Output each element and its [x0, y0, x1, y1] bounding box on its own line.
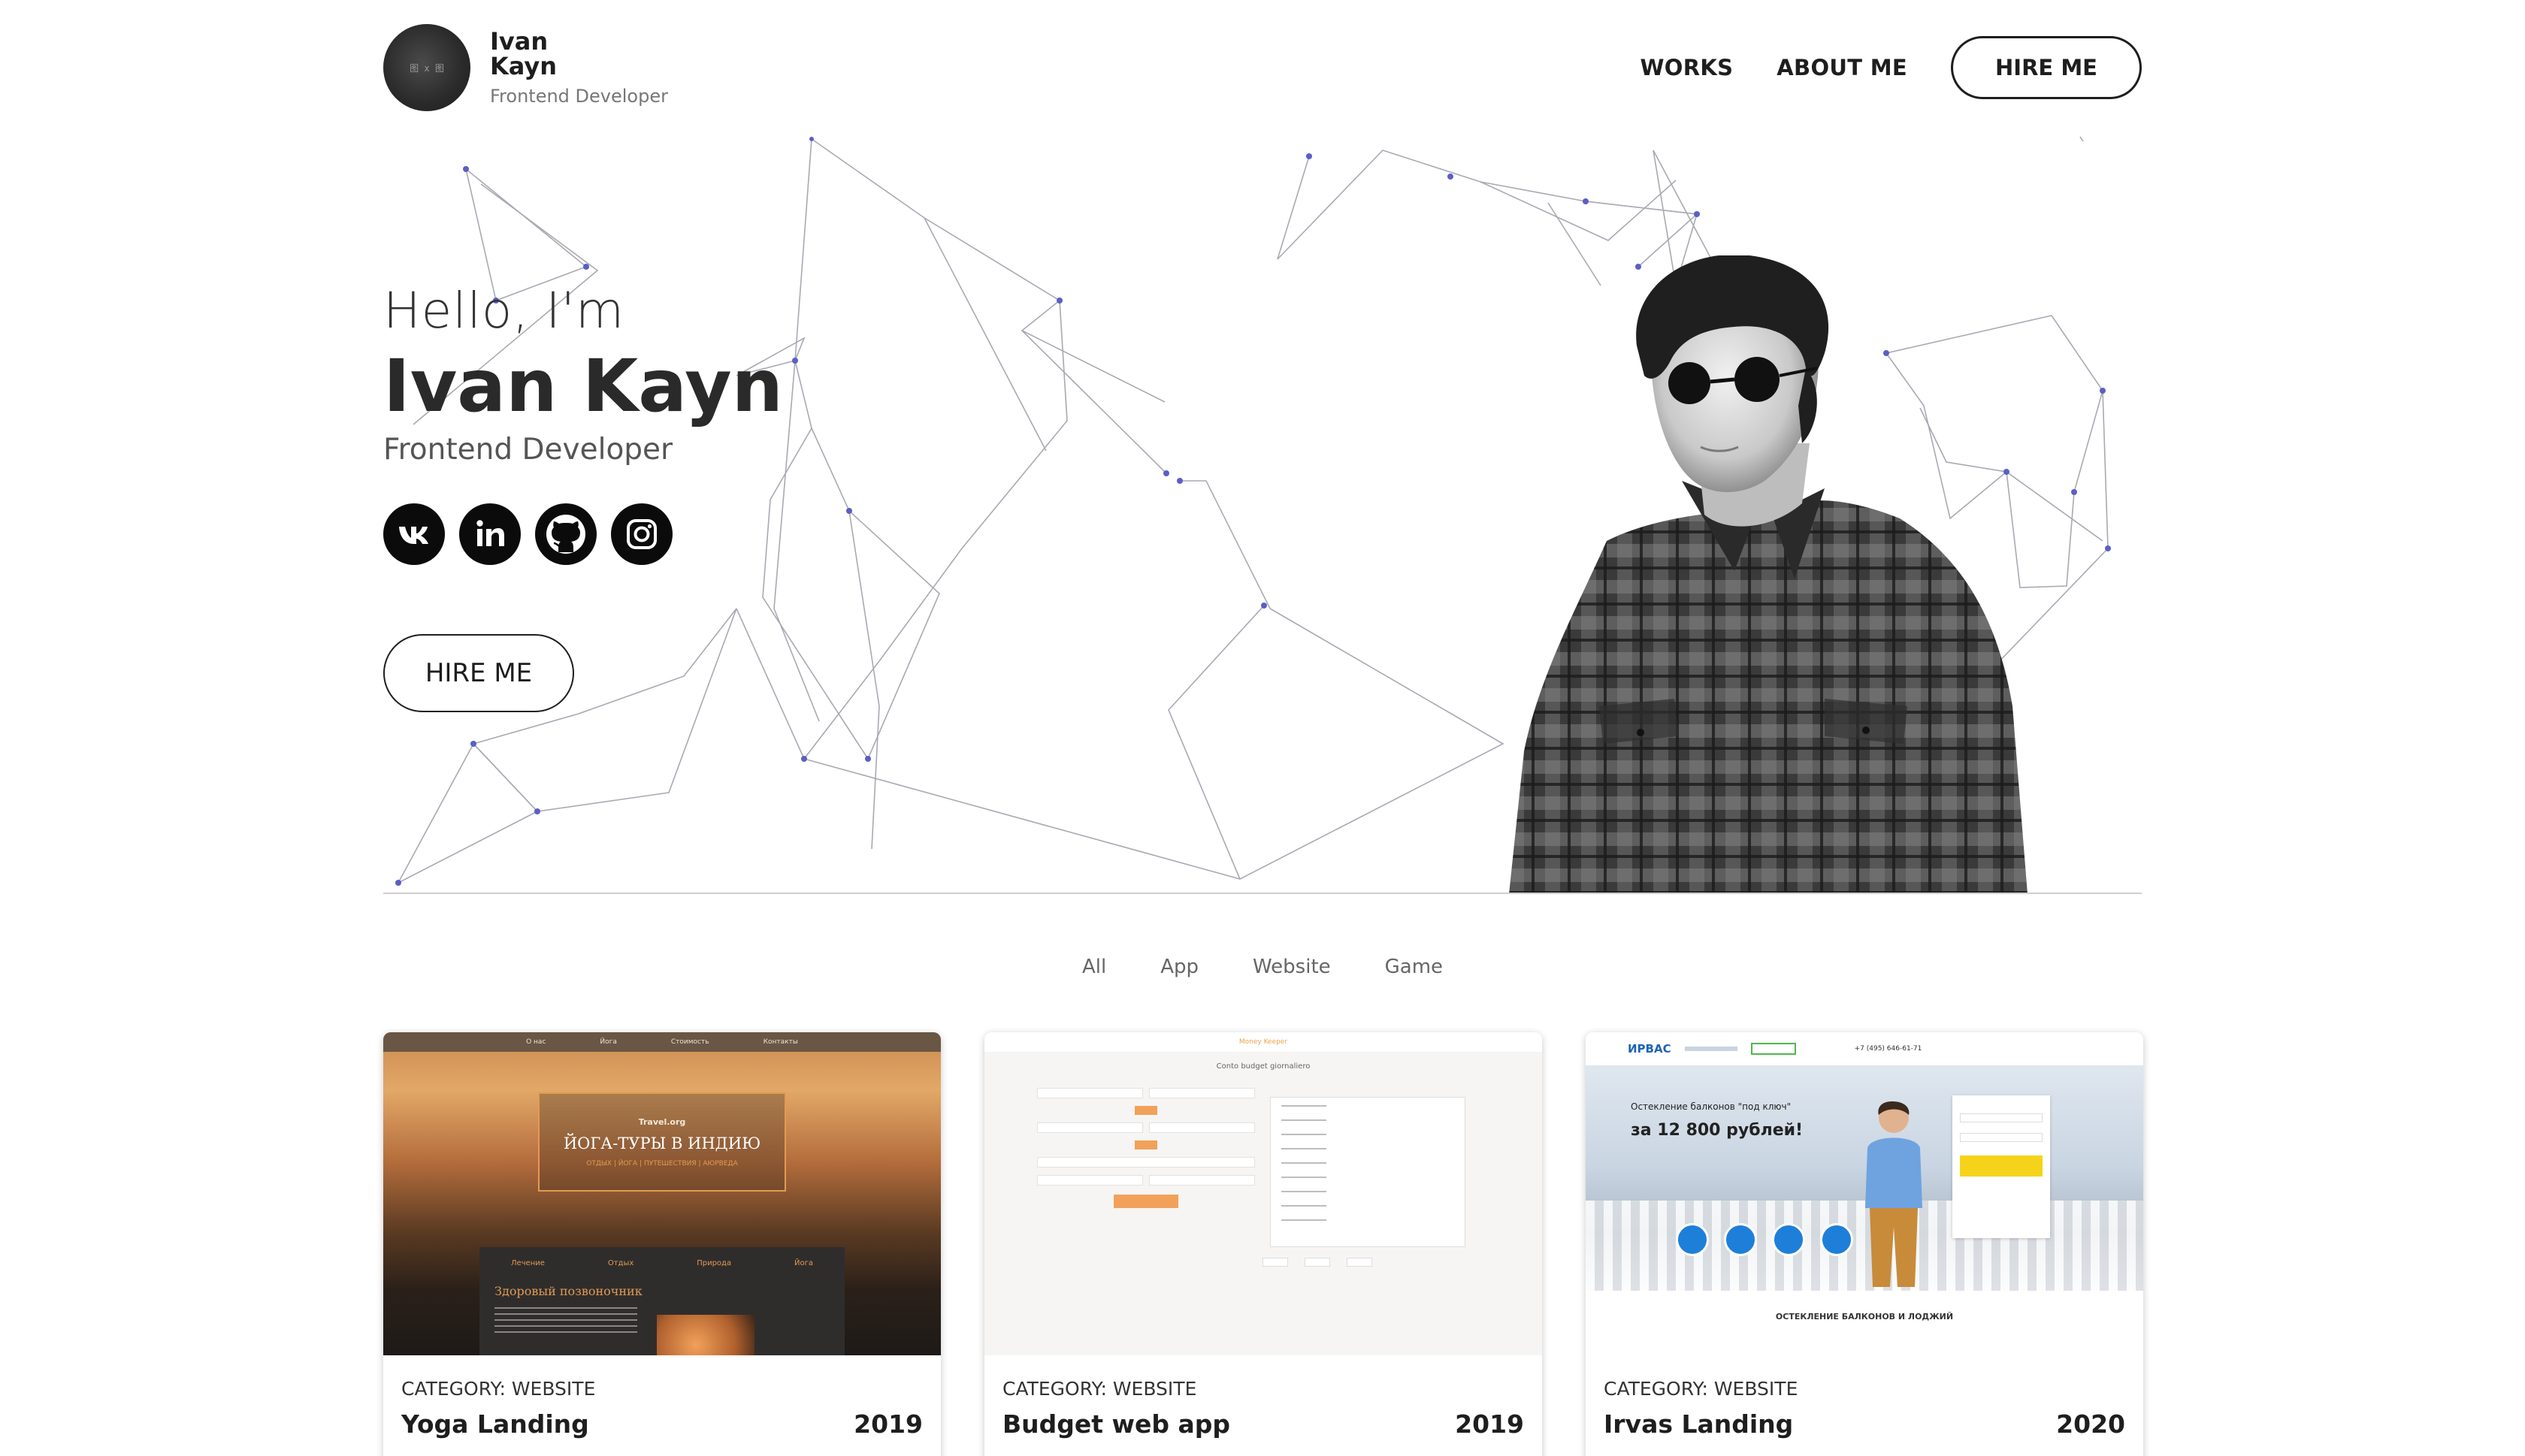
brand[interactable]: 图 x 图 Ivan Kayn Frontend Developer — [383, 23, 668, 113]
project-title[interactable]: Irvas Landing — [1604, 1409, 1793, 1439]
avatar-placeholder-text: 图 x 图 — [410, 62, 444, 74]
thumb-form — [1037, 1088, 1255, 1208]
thumb-caption: ОСТЕКЛЕНИЕ БАЛКОНОВ И ЛОДЖИЙ — [1775, 1312, 1954, 1322]
project-card-irvas[interactable]: ИРВАС +7 (495) 646-61-71 Остекление балк… — [1586, 1032, 2143, 1456]
thumb-phone: +7 (495) 646-61-71 — [1854, 1045, 1922, 1053]
filter-game[interactable]: Game — [1385, 956, 1443, 978]
hero-role: Frontend Developer — [383, 433, 673, 467]
linkedin-icon[interactable] — [459, 503, 521, 565]
thumb-tabs: Лечение Отдых Природа Йога — [479, 1247, 845, 1267]
project-thumbnail[interactable]: Money Keeper Conto budget giornaliero — [984, 1032, 1542, 1355]
thumb-line-2: за 12 800 рублей! — [1631, 1121, 1804, 1140]
project-year: 2019 — [854, 1409, 923, 1439]
project-card-yoga[interactable]: О нас Йога Стоимость Контакты Travel.org… — [383, 1032, 941, 1456]
project-card-budget[interactable]: Money Keeper Conto budget giornaliero CA… — [984, 1032, 1542, 1456]
filter-app[interactable]: App — [1160, 956, 1199, 978]
project-year: 2019 — [1455, 1409, 1524, 1439]
project-thumbnail[interactable]: ИРВАС +7 (495) 646-61-71 Остекление балк… — [1586, 1032, 2143, 1355]
project-title[interactable]: Yoga Landing — [401, 1409, 589, 1439]
brand-first-name: Ivan — [490, 26, 549, 56]
portrait-photo — [1509, 255, 2028, 893]
thumb-person — [1865, 1101, 1922, 1287]
thumb-nav-item: О нас — [526, 1038, 546, 1046]
thumb-brand: Money Keeper — [1238, 1038, 1288, 1046]
thumb-hero-box: Travel.org ЙОГА-ТУРЫ В ИНДИЮ ОТДЫХ | ЙОГ… — [538, 1092, 786, 1192]
project-category: CATEGORY: WEBSITE — [1002, 1378, 1197, 1400]
filter-website[interactable]: Website — [1253, 956, 1331, 978]
brand-role: Frontend Developer — [490, 86, 668, 107]
filter-all[interactable]: All — [1082, 956, 1106, 978]
thumb-form-box — [1952, 1095, 2050, 1238]
nav-about-link[interactable]: ABOUT ME — [1777, 55, 1907, 80]
brand-text: Ivan Kayn Frontend Developer — [490, 29, 668, 106]
hero-name: Ivan Kayn — [383, 344, 783, 428]
project-cards: О нас Йога Стоимость Контакты Travel.org… — [383, 1032, 2143, 1456]
thumb-headline: ЙОГА-ТУРЫ В ИНДИЮ — [563, 1134, 761, 1152]
thumb-panel-photo — [657, 1315, 754, 1355]
thumb-nav-item: Йога — [600, 1038, 617, 1046]
thumb-nav: ИРВАС +7 (495) 646-61-71 — [1586, 1032, 2143, 1065]
project-year: 2020 — [2056, 1409, 2125, 1439]
thumb-tab: Йога — [794, 1259, 813, 1267]
nav-works-link[interactable]: WORKS — [1640, 55, 1733, 80]
main-nav: WORKS ABOUT ME HIRE ME — [1640, 35, 2142, 100]
project-category: CATEGORY: WEBSITE — [1604, 1378, 1798, 1400]
thumb-line-1: Остекление балконов "под ключ" — [1631, 1101, 1792, 1112]
brand-last-name: Kayn — [490, 52, 558, 81]
thumb-panel-title: Здоровый позвоночник — [494, 1284, 643, 1298]
project-category: CATEGORY: WEBSITE — [401, 1378, 596, 1400]
thumb-feature-circles — [1676, 1223, 1853, 1256]
instagram-icon[interactable] — [611, 503, 673, 565]
thumb-logo: ИРВАС — [1628, 1042, 1671, 1056]
hero-hire-button[interactable]: HIRE ME — [383, 634, 574, 712]
thumb-footer-row — [1262, 1258, 1372, 1267]
site-header: 图 x 图 Ivan Kayn Frontend Developer WORKS… — [383, 23, 2142, 113]
portfolio-page: 图 x 图 Ivan Kayn Frontend Developer WORKS… — [0, 0, 2525, 1456]
thumb-list — [1270, 1097, 1465, 1247]
thumb-panel: Лечение Отдых Природа Йога Здоровый позв… — [479, 1247, 845, 1355]
thumb-subline: ОТДЫХ | ЙОГА | ПУТЕШЕСТВИЯ | АЮРВЕДА — [586, 1159, 738, 1168]
project-title[interactable]: Budget web app — [1002, 1409, 1230, 1439]
project-filters: All App Website Game — [0, 956, 2525, 978]
thumb-tab: Лечение — [510, 1259, 545, 1267]
thumb-nav: О нас Йога Стоимость Контакты — [383, 1032, 941, 1052]
avatar: 图 x 图 — [383, 24, 470, 111]
thumb-panel-text — [494, 1307, 637, 1337]
vk-icon[interactable] — [383, 503, 445, 565]
thumb-hero-image: Остекление балконов "под ключ" за 12 800… — [1586, 1065, 2143, 1291]
hero-greeting: Hello, I'm — [383, 282, 625, 340]
github-icon[interactable] — [535, 503, 597, 565]
social-links — [383, 503, 687, 565]
thumb-tab: Природа — [697, 1259, 732, 1267]
project-thumbnail[interactable]: О нас Йога Стоимость Контакты Travel.org… — [383, 1032, 941, 1355]
nav-hire-button[interactable]: HIRE ME — [1951, 36, 2142, 99]
thumb-title: Conto budget giornaliero — [1216, 1062, 1311, 1071]
thumb-tab: Отдых — [607, 1259, 634, 1267]
hero-section: Hello, I'm Ivan Kayn Frontend Developer — [383, 128, 2142, 894]
thumb-nav-item: Контакты — [763, 1038, 798, 1046]
thumb-brand: Travel.org — [638, 1116, 686, 1127]
thumb-nav-item: Стоимость — [670, 1038, 709, 1046]
thumb-nav: Money Keeper — [984, 1032, 1542, 1052]
